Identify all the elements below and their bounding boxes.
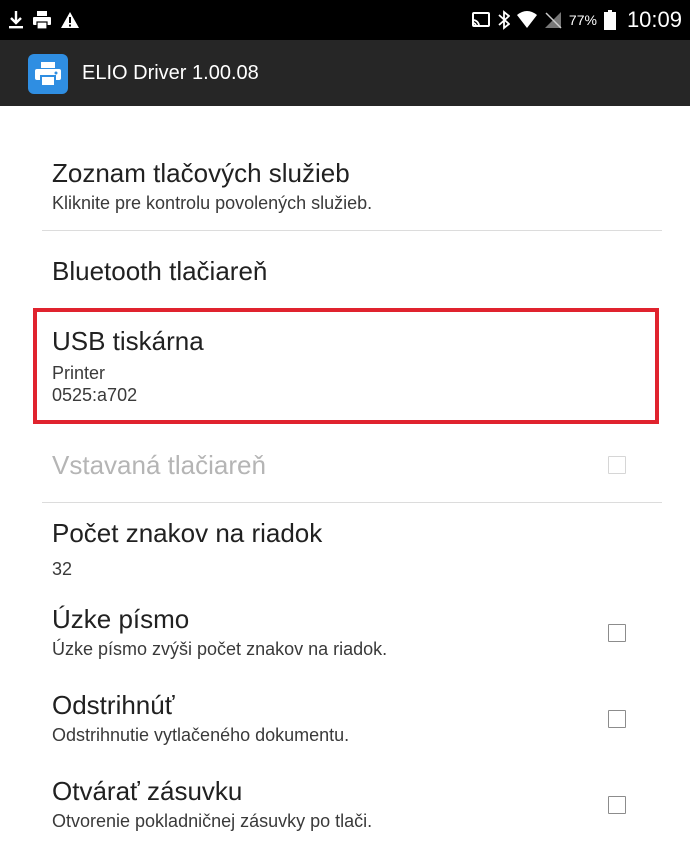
preference-list: Zoznam tlačových služieb Kliknite pre ko… [0,106,690,845]
print-icon [32,10,52,30]
pref-summary: Kliknite pre kontrolu povolených služieb… [52,193,373,213]
status-system: 77% 10:09 [471,0,682,40]
bluetooth-icon [498,10,510,30]
pref-summary: Úzke písmo zvýši počet znakov na riadok. [52,639,388,659]
pref-summary: 32 [52,559,73,579]
pref-builtin-printer: Vstavaná tlačiareň [52,450,662,480]
pref-narrow-font[interactable]: Úzke písmo Úzke písmo zvýši počet znakov… [52,604,662,660]
wifi-icon [516,11,537,29]
divider [42,230,662,231]
cast-icon [471,11,491,29]
pref-open-drawer[interactable]: Otvárať zásuvku Otvorenie pokladničnej z… [52,776,662,832]
pref-title: Úzke písmo [52,604,190,634]
pref-title: Otvárať zásuvku [52,776,243,806]
divider [42,502,662,503]
app-title: ELIO Driver 1.00.08 [82,61,259,84]
pref-title: Vstavaná tlačiareň [52,450,266,480]
pref-cut[interactable]: Odstrihnúť Odstrihnutie vytlačeného doku… [52,690,662,746]
pref-title: Bluetooth tlačiareň [52,256,268,286]
pref-print-services[interactable]: Zoznam tlačových služieb Kliknite pre ko… [52,158,662,214]
pref-title: Odstrihnúť [52,690,175,720]
pref-chars-per-line[interactable]: Počet znakov na riadok 32 [52,518,662,580]
battery-percent: 77% [568,12,597,28]
pref-summary: Odstrihnutie vytlačeného dokumentu. [52,725,350,745]
clock: 10:09 [626,7,682,32]
warning-icon [60,11,80,29]
open-drawer-checkbox[interactable] [608,796,626,814]
cut-checkbox[interactable] [608,710,626,728]
pref-title: Počet znakov na riadok [52,518,323,548]
pref-summary: Otvorenie pokladničnej zásuvky po tlači. [52,811,373,831]
app-bar: ELIO Driver 1.00.08 [0,40,690,106]
status-bar: 77% 10:09 [0,0,690,40]
builtin-printer-checkbox [608,456,626,474]
narrow-font-checkbox[interactable] [608,624,626,642]
battery-icon [603,10,616,30]
pref-title: Zoznam tlačových služieb [52,158,350,188]
pref-bluetooth-printer[interactable]: Bluetooth tlačiareň [52,256,662,286]
highlight-box [33,308,659,424]
no-signal-icon [544,11,562,29]
printer-icon [28,54,68,94]
download-icon [8,10,24,30]
status-notifications [8,0,80,40]
